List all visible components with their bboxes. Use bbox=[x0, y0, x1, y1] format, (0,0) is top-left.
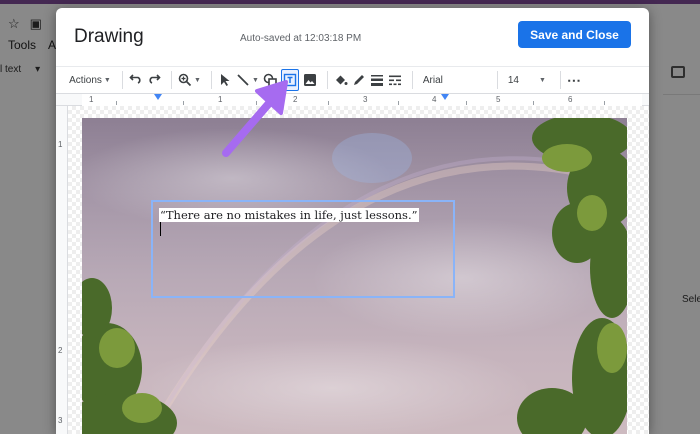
left-indent-marker[interactable] bbox=[154, 94, 162, 100]
toolbar-divider bbox=[559, 71, 561, 89]
ruler-label: 1 bbox=[58, 140, 63, 149]
ruler-label: 1 bbox=[218, 95, 223, 104]
toolbar-divider bbox=[326, 71, 328, 89]
dialog-header: Drawing Auto-saved at 12:03:18 PM Save a… bbox=[56, 8, 649, 66]
save-and-close-button[interactable]: Save and Close bbox=[518, 21, 631, 48]
redo-icon bbox=[149, 74, 161, 84]
ruler-label: 3 bbox=[58, 416, 63, 425]
drawing-canvas[interactable]: “There are no mistakes in life, just les… bbox=[68, 106, 649, 434]
ruler-label: 5 bbox=[496, 95, 501, 104]
border-color-icon bbox=[353, 75, 364, 85]
line-icon bbox=[237, 74, 249, 86]
ruler-tick bbox=[466, 101, 467, 105]
ruler-tick bbox=[328, 101, 329, 105]
shape-icon bbox=[263, 73, 277, 87]
font-size-value: 14 bbox=[507, 74, 519, 86]
ruler-tick bbox=[116, 101, 117, 105]
ruler-label: 1 bbox=[89, 95, 94, 104]
ruler-tick bbox=[604, 101, 605, 105]
actions-menu[interactable]: Actions ▼ bbox=[68, 69, 112, 91]
ruler-tick bbox=[183, 101, 184, 105]
font-size-select[interactable]: 14 ▼ bbox=[504, 69, 550, 91]
fill-color-button[interactable] bbox=[334, 69, 348, 91]
ruler-tick bbox=[533, 101, 534, 105]
chevron-down-icon: ▼ bbox=[251, 76, 259, 84]
zoom-button[interactable]: ▼ bbox=[178, 69, 201, 91]
autosave-status: Auto-saved at 12:03:18 PM bbox=[240, 33, 362, 44]
undo-icon bbox=[129, 74, 141, 84]
shape-tool[interactable] bbox=[263, 69, 277, 91]
horizontal-ruler: 1 1 2 3 4 5 6 bbox=[56, 94, 649, 106]
image-icon bbox=[303, 74, 316, 86]
select-tool[interactable] bbox=[218, 69, 232, 91]
border-dash-icon bbox=[388, 75, 401, 86]
ruler-tick bbox=[256, 101, 257, 105]
image-tool[interactable] bbox=[303, 69, 317, 91]
toolbar-divider bbox=[171, 71, 172, 89]
toolbar-divider bbox=[411, 71, 413, 89]
border-color-button[interactable] bbox=[352, 69, 366, 91]
border-weight-icon bbox=[370, 75, 383, 86]
ruler-label: 2 bbox=[58, 346, 63, 355]
ruler-label: 3 bbox=[363, 95, 368, 104]
redo-button[interactable] bbox=[147, 69, 161, 91]
drawing-dialog: Drawing Auto-saved at 12:03:18 PM Save a… bbox=[56, 8, 649, 434]
ruler-label: 2 bbox=[293, 95, 298, 104]
text-cursor bbox=[160, 222, 161, 236]
toolbar-divider bbox=[210, 71, 212, 89]
more-options-button[interactable]: ⋯ bbox=[567, 69, 581, 91]
font-family-select[interactable]: Arial bbox=[419, 69, 487, 91]
drawing-toolbar: Actions ▼ ▼ ▼ Arial 14 ▼ ⋯ bbox=[56, 66, 649, 94]
font-family-value: Arial bbox=[422, 74, 443, 86]
vertical-ruler: 1 2 3 bbox=[56, 106, 68, 434]
undo-button[interactable] bbox=[129, 69, 143, 91]
text-box-content[interactable]: “There are no mistakes in life, just les… bbox=[159, 208, 419, 222]
toolbar-divider bbox=[122, 71, 123, 89]
ruler-label: 4 bbox=[432, 95, 437, 104]
border-dash-button[interactable] bbox=[388, 69, 402, 91]
fill-color-icon bbox=[335, 75, 348, 85]
border-weight-button[interactable] bbox=[370, 69, 384, 91]
textbox-tool[interactable] bbox=[280, 69, 299, 91]
chevron-down-icon: ▼ bbox=[103, 76, 111, 84]
chevron-down-icon: ▼ bbox=[538, 76, 546, 84]
text-box[interactable]: “There are no mistakes in life, just les… bbox=[151, 200, 455, 298]
zoom-icon bbox=[178, 73, 192, 87]
select-icon bbox=[220, 74, 230, 86]
actions-label: Actions bbox=[69, 74, 102, 86]
right-indent-marker[interactable] bbox=[441, 94, 449, 100]
chevron-down-icon: ▼ bbox=[194, 76, 201, 84]
toolbar-divider bbox=[496, 71, 498, 89]
line-tool[interactable]: ▼ bbox=[236, 69, 259, 91]
dialog-title: Drawing bbox=[74, 26, 144, 47]
ruler-page-area bbox=[82, 94, 642, 106]
ruler-label: 6 bbox=[568, 95, 573, 104]
textbox-icon bbox=[283, 73, 297, 87]
ruler-tick bbox=[398, 101, 399, 105]
